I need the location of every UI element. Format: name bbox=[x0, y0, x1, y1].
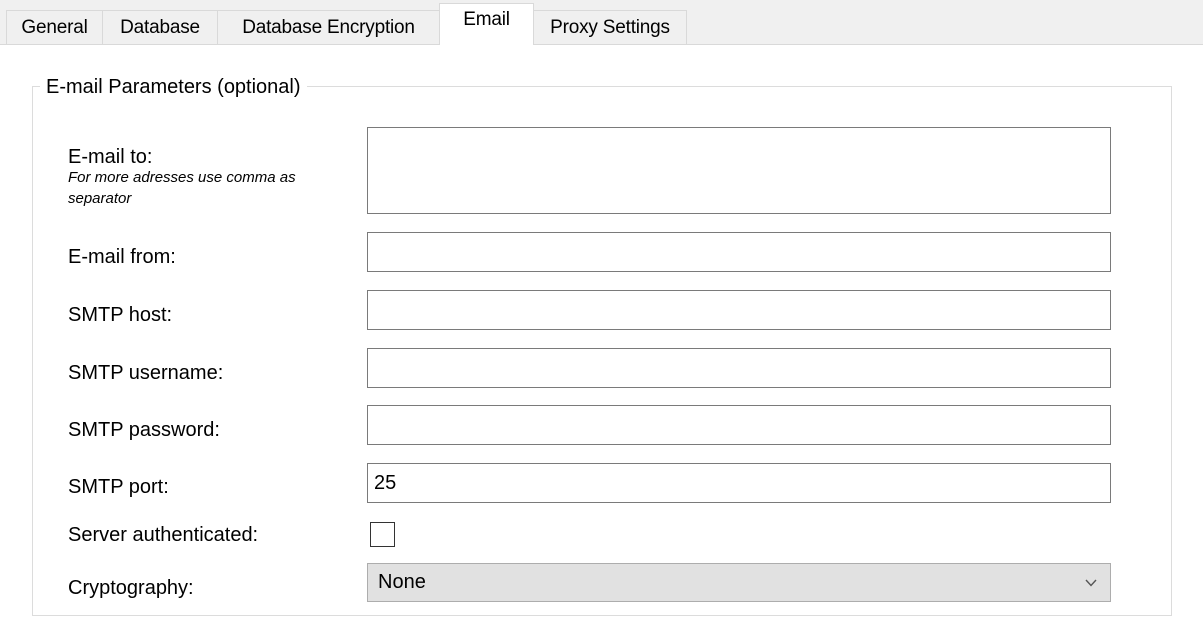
smtp-username-input[interactable] bbox=[367, 348, 1111, 388]
smtp-password-label: SMTP password: bbox=[68, 419, 220, 441]
smtp-username-label: SMTP username: bbox=[68, 362, 224, 384]
tab-email[interactable]: Email bbox=[439, 3, 534, 45]
tab-strip: General Database Database Encryption Ema… bbox=[0, 0, 1203, 45]
smtp-host-label: SMTP host: bbox=[68, 304, 173, 326]
smtp-host-input[interactable] bbox=[367, 290, 1111, 330]
tab-general[interactable]: General bbox=[6, 10, 103, 44]
email-to-input[interactable] bbox=[367, 127, 1111, 214]
email-from-label: E-mail from: bbox=[68, 246, 176, 268]
cryptography-select[interactable]: None bbox=[367, 563, 1111, 602]
email-to-hint: For more adresses use comma as separator bbox=[68, 169, 296, 207]
settings-window: General Database Database Encryption Ema… bbox=[0, 0, 1203, 637]
server-authenticated-checkbox[interactable] bbox=[370, 522, 395, 547]
email-to-label: E-mail to: bbox=[68, 146, 153, 168]
group-title: E-mail Parameters (optional) bbox=[40, 74, 307, 100]
chevron-down-icon bbox=[1085, 579, 1097, 587]
smtp-port-input[interactable] bbox=[367, 463, 1111, 503]
cryptography-selected-value: None bbox=[378, 571, 426, 593]
smtp-password-input[interactable] bbox=[367, 405, 1111, 445]
email-from-input[interactable] bbox=[367, 232, 1111, 272]
tab-proxy-settings[interactable]: Proxy Settings bbox=[533, 10, 687, 44]
tab-database[interactable]: Database bbox=[102, 10, 218, 44]
cryptography-label: Cryptography: bbox=[68, 577, 194, 599]
tab-database-encryption[interactable]: Database Encryption bbox=[217, 10, 440, 44]
smtp-port-label: SMTP port: bbox=[68, 476, 169, 498]
tab-divider bbox=[0, 44, 1203, 45]
server-authenticated-label: Server authenticated: bbox=[68, 524, 259, 546]
